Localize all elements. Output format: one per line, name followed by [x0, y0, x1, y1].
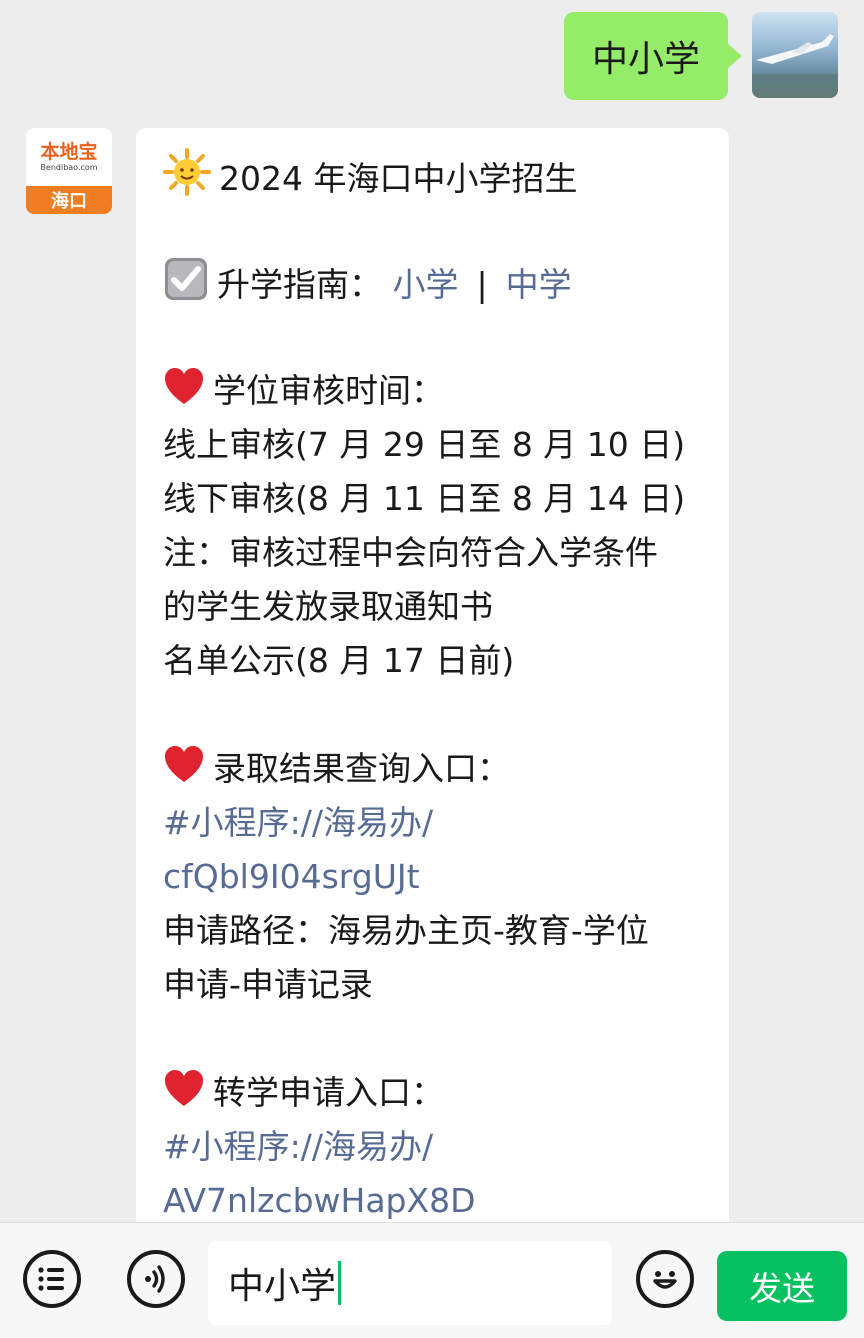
review-heading-line: 学位审核时间： [163, 364, 709, 418]
message-title: 2024 年海口中小学招生 [219, 159, 578, 198]
result-heading-line: 录取结果查询入口： [163, 742, 709, 796]
menu-button[interactable] [23, 1250, 81, 1308]
text-caret [338, 1261, 342, 1305]
logo-brand-en: Bendibao.com [40, 162, 98, 172]
list-icon [38, 1267, 64, 1291]
heart-icon [165, 368, 203, 404]
guide-separator: | [476, 265, 488, 304]
sun-icon [163, 148, 211, 196]
message-title-line: 2024 年海口中小学招生 [163, 148, 709, 202]
emoji-button[interactable] [636, 1250, 694, 1308]
transfer-link-line-1[interactable]: #小程序://海易办/ [163, 1120, 709, 1174]
middle-school-link[interactable]: 中学 [506, 265, 572, 304]
logo-city: 海口 [26, 186, 112, 214]
outgoing-message-text: 中小学 [591, 39, 700, 80]
transfer-link-line-2[interactable]: AV7nlzcbwHapX8D [163, 1174, 709, 1228]
heart-icon [165, 746, 203, 782]
review-offline: 线下审核(8 月 11 日至 8 月 14 日) [163, 479, 686, 518]
airplane-icon [752, 34, 838, 98]
review-heading: 学位审核时间： [213, 371, 444, 410]
outgoing-message-bubble[interactable]: 中小学 [563, 12, 743, 100]
review-note-2: 的学生发放录取通知书 [163, 587, 493, 626]
review-publicity: 名单公示(8 月 17 日前) [163, 641, 515, 680]
checkbox-icon [165, 258, 207, 300]
transfer-heading-line: 转学申请入口： [163, 1066, 709, 1120]
primary-school-link[interactable]: 小学 [393, 265, 459, 304]
message-input[interactable]: 中小学 [208, 1241, 612, 1325]
message-input-text: 中小学 [228, 1266, 337, 1307]
voice-button[interactable] [127, 1250, 185, 1308]
incoming-message-bubble[interactable]: 2024 年海口中小学招生 升学指南： 小学 | 中学 学位审核时间： 线上审核(7… [136, 128, 729, 1248]
bendibao-avatar[interactable]: 本地宝 Bendibao.com 海口 [26, 128, 112, 214]
heart-icon [165, 1070, 203, 1106]
guide-line: 升学指南： 小学 | 中学 [163, 256, 709, 310]
logo-brand-cn: 本地宝 [40, 140, 98, 163]
bendibao-logo: 本地宝 Bendibao.com [26, 128, 112, 186]
result-path-1: 申请路径：海易办主页-教育-学位 [163, 911, 649, 950]
send-button[interactable]: 发送 [717, 1251, 847, 1321]
transfer-heading: 转学申请入口： [213, 1073, 444, 1112]
result-path-2: 申请-申请记录 [163, 965, 373, 1004]
outgoing-message-row: 中小学 [563, 12, 838, 100]
voice-icon [145, 1265, 165, 1293]
user-avatar[interactable] [752, 12, 838, 98]
guide-label: 升学指南： [217, 265, 382, 304]
result-link-line-2[interactable]: cfQbl9I04srgUJt [163, 850, 709, 904]
result-heading: 录取结果查询入口： [213, 749, 510, 788]
result-link-line-1[interactable]: #小程序://海易办/ [163, 796, 709, 850]
chat-input-bar: 中小学 发送 [0, 1222, 864, 1338]
review-note-1: 注：审核过程中会向符合入学条件 [163, 533, 658, 572]
emoji-icon [653, 1271, 677, 1289]
review-online: 线上审核(7 月 29 日至 8 月 10 日) [163, 425, 686, 464]
